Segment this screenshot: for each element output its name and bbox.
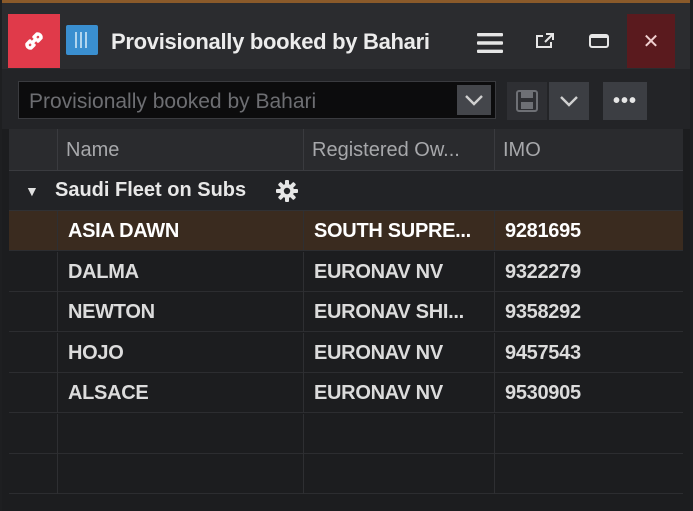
popout-icon (536, 33, 554, 48)
owner-cell: SOUTH SUPRE... (304, 211, 495, 251)
name-cell: NEWTON (58, 292, 304, 332)
vessel-grid: Name Registered Ow... IMO ▼ Saudi Fleet … (9, 129, 683, 511)
ellipsis-icon: ••• (612, 89, 637, 112)
view-select-value: Provisionally booked by Bahari (29, 90, 317, 113)
hamburger-icon (477, 33, 503, 53)
name-cell: HOJO (58, 332, 304, 373)
chevron-down-icon (560, 96, 578, 107)
empty-row (9, 413, 683, 454)
select-cell[interactable] (9, 292, 58, 332)
popout-button[interactable] (522, 14, 568, 68)
imo-cell (495, 454, 683, 494)
imo-cell: 9322279 (505, 260, 581, 283)
group-label: Saudi Fleet on Subs (55, 179, 247, 201)
imo-cell: 9358292 (505, 301, 581, 323)
select-cell[interactable] (9, 413, 58, 454)
save-options-button[interactable] (549, 82, 589, 120)
save-view-button[interactable] (507, 82, 547, 120)
owner-cell: EURONAV NV (304, 373, 495, 413)
collapse-arrow-icon[interactable]: ▼ (25, 183, 39, 199)
filter-bar: Provisionally booked by Bahari ••• (2, 69, 690, 129)
menu-button[interactable] (473, 25, 507, 61)
title-bar: Provisionally booked by Bahari ✕ (2, 3, 690, 69)
table-row[interactable]: ASIA DAWN SOUTH SUPRE... 9281695 (9, 211, 683, 251)
column-header-name[interactable]: Name (58, 129, 304, 171)
link-icon (25, 32, 43, 50)
imo-cell: 9530905 (505, 382, 581, 404)
name-cell: ASIA DAWN (58, 211, 304, 251)
maximize-button[interactable] (576, 14, 622, 68)
select-column-header[interactable] (9, 129, 58, 171)
grid-header: Name Registered Ow... IMO (9, 129, 683, 171)
table-row[interactable]: ALSACE EURONAV NV 9530905 (9, 373, 683, 413)
owner-cell (304, 454, 495, 494)
save-icon (516, 90, 538, 112)
group-row[interactable]: ▼ Saudi Fleet on Subs (9, 171, 683, 211)
column-header-imo[interactable]: IMO (495, 129, 683, 171)
grid-app-icon (66, 25, 98, 55)
chevron-down-icon (465, 95, 483, 106)
name-cell: ALSACE (58, 373, 304, 413)
gear-icon[interactable] (275, 179, 299, 203)
name-cell: DALMA (58, 251, 304, 292)
table-row[interactable]: DALMA EURONAV NV 9322279 (9, 251, 683, 292)
owner-cell: EURONAV NV (304, 251, 495, 292)
window-title: Provisionally booked by Bahari (111, 29, 430, 54)
imo-cell: 9457543 (505, 341, 581, 364)
more-options-button[interactable]: ••• (603, 82, 647, 120)
select-cell[interactable] (9, 332, 58, 373)
select-cell[interactable] (9, 454, 58, 494)
link-button[interactable] (8, 14, 60, 68)
table-row[interactable]: HOJO EURONAV NV 9457543 (9, 332, 683, 373)
empty-row (9, 454, 683, 494)
owner-cell (304, 413, 495, 454)
name-cell (58, 454, 304, 494)
table-row[interactable]: NEWTON EURONAV SHI... 9358292 (9, 292, 683, 332)
close-icon: ✕ (642, 30, 660, 53)
close-button[interactable]: ✕ (627, 14, 675, 68)
maximize-icon (589, 34, 609, 48)
name-cell (58, 413, 304, 454)
view-select[interactable]: Provisionally booked by Bahari (18, 81, 496, 119)
owner-cell: EURONAV NV (304, 332, 495, 373)
imo-cell: 9281695 (505, 220, 581, 242)
select-cell[interactable] (9, 373, 58, 413)
view-dropdown-button[interactable] (457, 85, 491, 115)
select-cell[interactable] (9, 251, 58, 292)
owner-cell: EURONAV SHI... (304, 292, 495, 332)
app-window: Provisionally booked by Bahari ✕ Provisi… (2, 0, 690, 511)
select-cell[interactable] (9, 211, 58, 251)
column-header-owner[interactable]: Registered Ow... (304, 129, 495, 171)
imo-cell (495, 414, 683, 454)
